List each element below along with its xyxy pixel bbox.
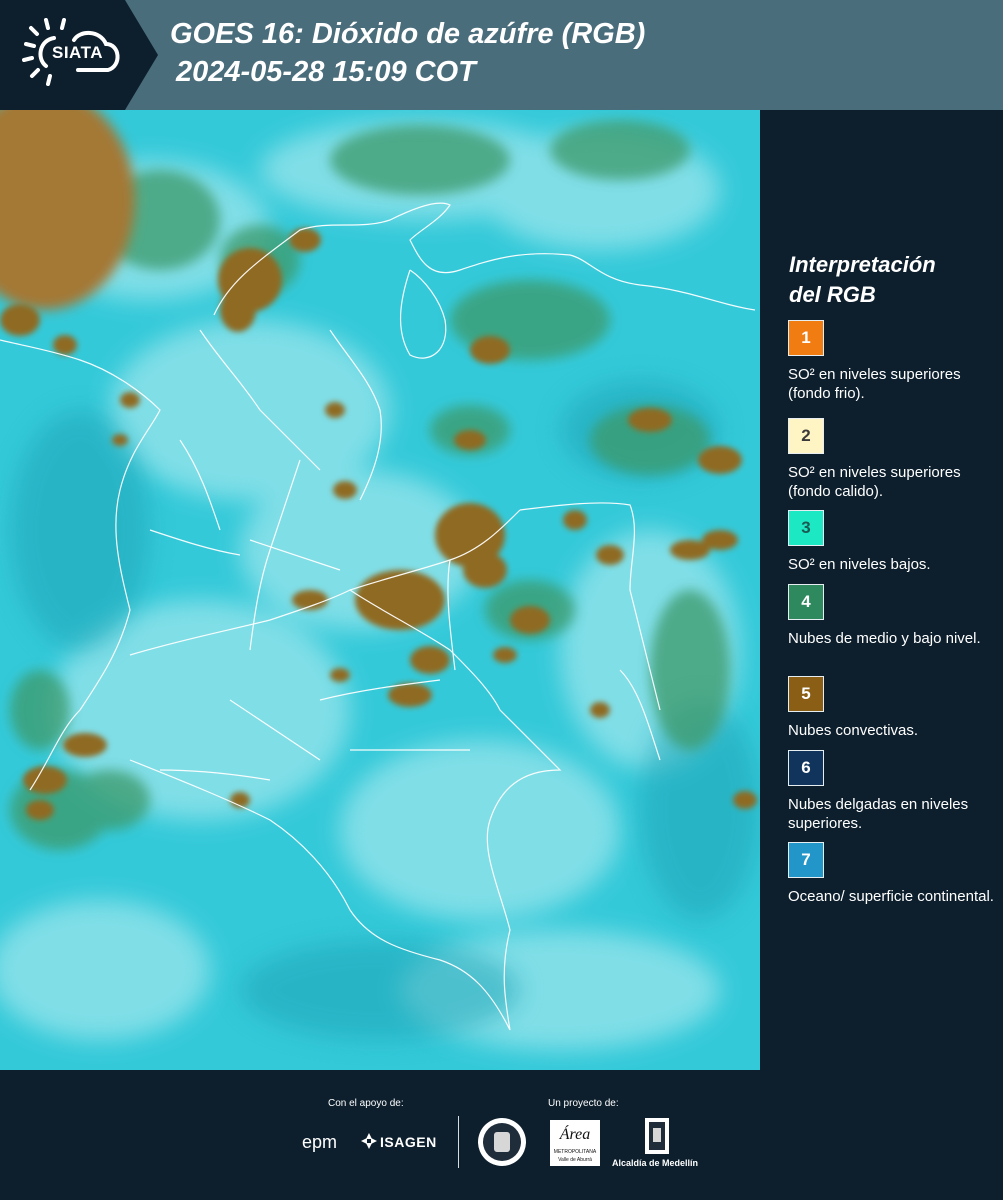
legend-swatch-4: 4	[788, 584, 824, 620]
legend-text-1: SO² en niveles superiores (fondo frio).	[788, 366, 961, 402]
support-label: Con el apoyo de:	[328, 1098, 404, 1109]
page-subtitle: 2024-05-28 15:09 COT	[176, 56, 476, 88]
header: SIATA GOES 16: Dióxido de azúfre (RGB) 2…	[0, 0, 1003, 110]
legend-swatch-7: 7	[788, 842, 824, 878]
legend-swatch-6: 6	[788, 750, 824, 786]
legend-text-7: Oceano/ superficie continental.	[788, 888, 994, 905]
legend-item-6: 6 Nubes delgadas en niveles superiores.	[788, 750, 994, 833]
legend-title-line2: del RGB	[789, 282, 876, 307]
legend-item-3: 3 SO² en niveles bajos.	[788, 510, 994, 574]
legend-number-5: 5	[801, 684, 811, 703]
legend-number-3: 3	[801, 518, 811, 537]
area-logo-text: Área	[559, 1126, 591, 1143]
alcaldia-logo-text: Alcaldía de Medellín	[612, 1158, 699, 1168]
legend-title: Interpretación del RGB	[789, 250, 989, 310]
legend-item-5: 5 Nubes convectivas.	[788, 676, 994, 740]
legend-text-6: Nubes delgadas en niveles superiores.	[788, 796, 969, 832]
epm-logo-text: epm	[302, 1132, 338, 1152]
area-logo-sub2: Valle de Aburrá	[558, 1157, 592, 1163]
legend-item-7: 7 Oceano/ superficie continental.	[788, 842, 994, 906]
page: SIATA GOES 16: Dióxido de azúfre (RGB) 2…	[0, 0, 1003, 1200]
legend-number-4: 4	[801, 592, 811, 611]
legend-swatch-3: 3	[788, 510, 824, 546]
legend-item-2: 2 SO² en niveles superiores (fondo calid…	[788, 418, 994, 501]
satellite-image	[0, 110, 760, 1070]
legend-swatch-2: 2	[788, 418, 824, 454]
footer: Con el apoyo de: Un proyecto de: epm ISA…	[0, 1070, 1003, 1200]
legend-title-line1: Interpretación	[789, 252, 936, 277]
legend-text-4: Nubes de medio y bajo nivel.	[788, 630, 981, 647]
area-logo-sub: METROPOLITANA	[553, 1149, 597, 1155]
siata-logo[interactable]: SIATA	[0, 0, 158, 110]
isagen-icon	[360, 1132, 378, 1150]
legend-item-4: 4 Nubes de medio y bajo nivel.	[788, 584, 994, 648]
legend-text-5: Nubes convectivas.	[788, 722, 919, 739]
satellite-map[interactable]	[0, 110, 760, 1070]
isagen-logo[interactable]: ISAGEN	[380, 1134, 437, 1150]
legend-panel: Interpretación del RGB 1 SO² en niveles …	[760, 110, 1003, 1070]
legend-number-1: 1	[801, 328, 811, 347]
alcaldia-logo[interactable]: Alcaldía de Medellín	[612, 1158, 698, 1168]
legend-text-3: SO² en niveles bajos.	[788, 556, 931, 573]
page-title: GOES 16: Dióxido de azúfre (RGB)	[170, 18, 646, 50]
siata-logo-text: SIATA	[52, 43, 103, 62]
legend-number-7: 7	[801, 850, 811, 869]
legend-number-2: 2	[801, 426, 811, 445]
project-label: Un proyecto de:	[548, 1098, 619, 1109]
area-metropolitana-logo[interactable]: Área METROPOLITANA Valle de Aburrá	[550, 1120, 600, 1166]
legend-item-1: 1 SO² en niveles superiores (fondo frio)…	[788, 320, 994, 403]
medellin-seal-icon[interactable]	[478, 1118, 526, 1166]
epm-logo[interactable]: epm	[302, 1132, 337, 1153]
footer-divider	[458, 1116, 459, 1168]
alcaldia-shield-icon	[645, 1118, 669, 1154]
isagen-logo-text: ISAGEN	[380, 1134, 437, 1150]
legend-swatch-5: 5	[788, 676, 824, 712]
legend-text-2: SO² en niveles superiores (fondo calido)…	[788, 464, 961, 500]
legend-number-6: 6	[801, 758, 811, 777]
legend-swatch-1: 1	[788, 320, 824, 356]
